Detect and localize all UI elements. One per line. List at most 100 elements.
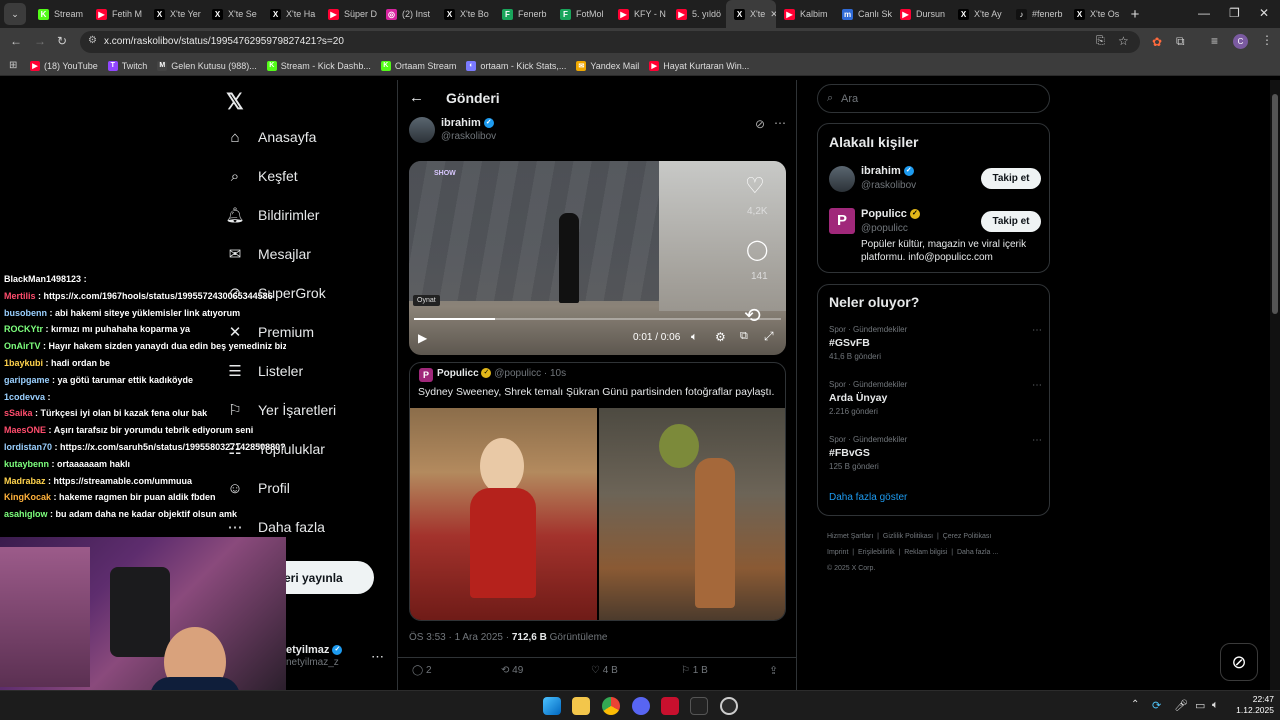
volume-tray-icon[interactable]: 🔈︎ xyxy=(1212,699,1219,712)
menu-dots-icon[interactable]: ⋮ xyxy=(1261,33,1273,47)
browser-tab[interactable]: ▶ 5. yıldö xyxy=(668,0,726,28)
address-bar[interactable]: ⚙ x.com/raskolibov/status/19954762959798… xyxy=(80,31,1140,53)
browser-tab[interactable]: X X'te ✕ xyxy=(726,0,776,28)
bookmark-item[interactable]: T Twitch xyxy=(107,60,147,71)
browser-tab[interactable]: ▶ Kalbim xyxy=(776,0,834,28)
chat-username[interactable]: lordistan70 xyxy=(4,442,52,452)
author-name-row[interactable]: ibrahim ✓ xyxy=(441,117,494,129)
quoted-image-right[interactable] xyxy=(599,408,785,620)
search-box[interactable]: ⌕ Ara xyxy=(817,84,1050,113)
chat-username[interactable]: kutaybenn xyxy=(4,459,49,469)
browser-tab[interactable]: ▶ Dursun xyxy=(892,0,950,28)
author-avatar[interactable] xyxy=(409,117,435,143)
tray-sync-icon[interactable]: ⟳ xyxy=(1152,699,1161,712)
browser-tab[interactable]: K Stream xyxy=(30,0,88,28)
quoted-post[interactable]: P Populicc ✓ @populicc · 10s Sydney Swee… xyxy=(409,362,786,621)
trend-item[interactable]: Spor · Gündemdekiler Arda Ünyay 2.216 gö… xyxy=(829,380,1044,428)
post-more-icon[interactable]: ⋯ xyxy=(774,116,786,130)
bookmark-item[interactable]: ▶ Hayat Kurtaran Win... xyxy=(649,60,749,71)
bookmark-star-icon[interactable]: ☆ xyxy=(1118,34,1129,48)
chat-username[interactable]: ROCKYtr xyxy=(4,324,43,334)
video-like-icon[interactable]: ♡ xyxy=(745,173,765,199)
mic-icon[interactable]: 🎤︎ xyxy=(1174,699,1188,712)
browser-tab[interactable]: ▶ Süper D xyxy=(320,0,378,28)
forward-icon[interactable]: → xyxy=(34,34,46,48)
quoted-image-left[interactable] xyxy=(410,408,597,620)
x-logo-icon[interactable]: 𝕏 xyxy=(226,89,244,115)
browser-tab[interactable]: X X'te Yer xyxy=(146,0,204,28)
footer-link[interactable]: Gizlilik Politikası xyxy=(883,533,933,540)
related-name[interactable]: Populicc xyxy=(861,208,907,220)
browser-tab[interactable]: X X'te Ha xyxy=(262,0,320,28)
trend-more-icon[interactable]: ⋯ xyxy=(1032,380,1042,391)
bookmark-action[interactable]: ⚐ 1 B xyxy=(681,665,708,676)
browser-tab[interactable]: F FotMol xyxy=(552,0,610,28)
follow-button[interactable]: Takip et xyxy=(981,168,1041,189)
browser-tab[interactable]: X X'te Se xyxy=(204,0,262,28)
app-icon-red[interactable] xyxy=(661,697,679,715)
trend-item[interactable]: Spor · Gündemdekiler #FBvGS 125 B gönder… xyxy=(829,435,1044,483)
trend-more-icon[interactable]: ⋯ xyxy=(1032,435,1042,446)
bookmark-item[interactable]: K Ortaam Stream xyxy=(380,60,456,71)
chat-username[interactable]: 1baykubi xyxy=(4,358,43,368)
author-handle[interactable]: @raskolibov xyxy=(441,131,496,142)
browser-tab[interactable]: ♪ #fenerb xyxy=(1008,0,1066,28)
chat-username[interactable]: sSaika xyxy=(4,408,33,418)
reply-action[interactable]: ◯ 2 xyxy=(412,665,432,676)
tab-search-button[interactable]: ⌄ xyxy=(4,3,26,25)
apps-grid-icon[interactable]: ⊞ xyxy=(9,60,17,71)
footer-link[interactable]: Çerez Politikası xyxy=(943,533,992,540)
tray-chevron-icon[interactable]: ⌃ xyxy=(1131,699,1139,710)
post-timestamp[interactable]: ÖS 3:53 · 1 Ara 2025 · xyxy=(409,632,512,643)
settings-icon[interactable]: ⚙ xyxy=(715,330,726,344)
chat-username[interactable]: MaesONE xyxy=(4,425,46,435)
chat-username[interactable]: Madrabaz xyxy=(4,476,46,486)
extension-icon[interactable]: ✿ xyxy=(1152,35,1162,49)
footer-link[interactable]: Erişilebilirlik xyxy=(858,549,895,556)
video-comment-icon[interactable]: ◯ xyxy=(746,237,768,262)
play-icon[interactable]: ▶ xyxy=(418,331,427,345)
pip-icon[interactable]: ⧉ xyxy=(740,330,748,343)
account-more-icon[interactable]: ⋯ xyxy=(371,649,384,665)
obs-icon[interactable] xyxy=(720,697,738,715)
chat-username[interactable]: BlackMan1498123 xyxy=(4,274,81,284)
video-player[interactable]: SHOW Oynat ♡ 4,2K ◯ 141 ⟲ ▶ 0:01 / 0:06 … xyxy=(409,161,786,355)
install-app-icon[interactable]: ⎘ xyxy=(1096,35,1105,48)
share-icon[interactable]: ⇪ xyxy=(769,664,778,677)
like-action[interactable]: ♡ 4 B xyxy=(591,665,618,676)
restore-icon[interactable]: ❐ xyxy=(1229,6,1240,20)
related-name[interactable]: ibrahim xyxy=(861,165,901,177)
browser-tab[interactable]: F Fenerb xyxy=(494,0,552,28)
chat-username[interactable]: Mertilis xyxy=(4,291,36,301)
chrome-icon[interactable] xyxy=(602,697,620,715)
browser-tab[interactable]: X X'te Os xyxy=(1066,0,1124,28)
grok-floating-icon[interactable]: ⊘ xyxy=(1220,643,1258,681)
clock[interactable]: 22:47 1.12.2025 xyxy=(1230,694,1274,716)
nav-item-mesajlar[interactable]: ✉ Mesajlar xyxy=(226,245,311,263)
chat-username[interactable]: 1codevva xyxy=(4,392,45,402)
footer-link[interactable]: Imprint xyxy=(827,549,848,556)
bookmark-item[interactable]: ✉ Yandex Mail xyxy=(576,60,639,71)
profile-avatar[interactable]: C xyxy=(1233,34,1248,49)
minimize-icon[interactable]: — xyxy=(1198,6,1210,20)
page-scrollbar[interactable] xyxy=(1270,80,1280,690)
footer-link[interactable]: Hizmet Şartları xyxy=(827,533,873,540)
chat-username[interactable]: garipgame xyxy=(4,375,50,385)
chat-username[interactable]: KingKocak xyxy=(4,492,51,502)
fullscreen-icon[interactable]: ⤢ xyxy=(764,329,774,344)
trend-more-icon[interactable]: ⋯ xyxy=(1032,325,1042,336)
related-avatar-populicc[interactable]: P xyxy=(829,208,855,234)
back-arrow-icon[interactable]: ← xyxy=(409,89,424,106)
volume-icon[interactable]: 🔈︎ xyxy=(691,331,698,344)
start-icon[interactable] xyxy=(543,697,561,715)
back-icon[interactable]: ← xyxy=(10,34,22,48)
browser-tab[interactable]: X X'te Bo xyxy=(436,0,494,28)
browser-tab[interactable]: X X'te Ay xyxy=(950,0,1008,28)
video-progress-track[interactable] xyxy=(414,318,781,320)
scrollbar-thumb[interactable] xyxy=(1272,94,1278,314)
chat-username[interactable]: busobenn xyxy=(4,308,47,318)
related-avatar-ibrahim[interactable] xyxy=(829,166,855,192)
repost-action[interactable]: ⟲ 49 xyxy=(501,665,523,676)
chat-username[interactable]: asahiglow xyxy=(4,509,48,519)
site-info-icon[interactable]: ⚙ xyxy=(88,35,97,46)
